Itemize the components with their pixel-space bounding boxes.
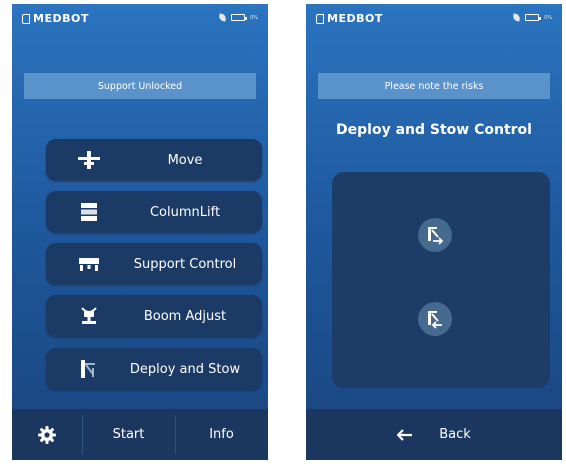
gear-icon xyxy=(38,425,56,444)
support-control-label: Support Control xyxy=(133,256,237,272)
battery-level: 0% xyxy=(544,14,552,21)
battery-icon xyxy=(525,14,542,21)
logo-mark-icon xyxy=(316,13,324,24)
status-icons: 0% xyxy=(218,13,258,22)
back-button[interactable]: Back xyxy=(306,409,562,460)
boom-adjust-icon xyxy=(81,307,97,324)
battery-icon xyxy=(231,14,248,21)
move-icon xyxy=(78,151,100,169)
battery-level: 0% xyxy=(250,14,258,21)
column-lift-label: ColumnLift xyxy=(149,204,221,220)
stow-icon xyxy=(428,311,442,329)
bottom-bar: Start Info xyxy=(12,409,268,460)
deploy-stow-screen: MEDBOT 0% Please note the risks Deploy a… xyxy=(306,4,562,460)
deploy-stow-label: Deploy and Stow xyxy=(129,361,241,377)
deploy-button[interactable] xyxy=(418,218,452,252)
boom-adjust-button[interactable]: Boom Adjust xyxy=(46,295,262,337)
deploy-stow-button[interactable]: Deploy and Stow xyxy=(46,348,262,390)
status-banner: Support Unlocked xyxy=(24,73,256,99)
move-button[interactable]: Move xyxy=(46,139,262,181)
arrow-left-icon xyxy=(397,428,413,441)
column-lift-button[interactable]: ColumnLift xyxy=(46,191,262,233)
logo-mark-icon xyxy=(22,13,30,24)
stow-button[interactable] xyxy=(418,302,452,336)
medbot-logo: MEDBOT xyxy=(22,12,89,25)
status-icons: 0% xyxy=(512,13,552,22)
back-button-content: Back xyxy=(306,427,562,442)
page-title: Deploy and Stow Control xyxy=(336,122,532,138)
deploy-stow-icon xyxy=(81,360,95,378)
status-bar: MEDBOT 0% xyxy=(12,4,268,34)
back-label: Back xyxy=(439,427,471,442)
status-bar: MEDBOT 0% xyxy=(306,4,562,34)
boom-adjust-label: Boom Adjust xyxy=(143,308,227,324)
leaf-icon xyxy=(512,13,521,22)
main-menu-screen: MEDBOT 0% Support Unlocked Move ColumnLi… xyxy=(12,4,268,460)
start-button[interactable]: Start xyxy=(82,409,175,460)
column-lift-icon xyxy=(81,203,97,221)
settings-button[interactable] xyxy=(12,409,82,460)
bottom-bar: Back xyxy=(306,409,562,460)
warning-banner: Please note the risks xyxy=(318,73,550,99)
deploy-icon xyxy=(428,227,444,245)
support-control-button[interactable]: Support Control xyxy=(46,243,262,285)
leaf-icon xyxy=(218,13,227,22)
support-control-icon xyxy=(79,258,99,271)
medbot-logo: MEDBOT xyxy=(316,12,383,25)
logo-text: MEDBOT xyxy=(33,12,89,25)
move-label: Move xyxy=(167,152,203,168)
logo-text: MEDBOT xyxy=(327,12,383,25)
info-button[interactable]: Info xyxy=(175,409,268,460)
deploy-stow-panel xyxy=(332,172,550,388)
